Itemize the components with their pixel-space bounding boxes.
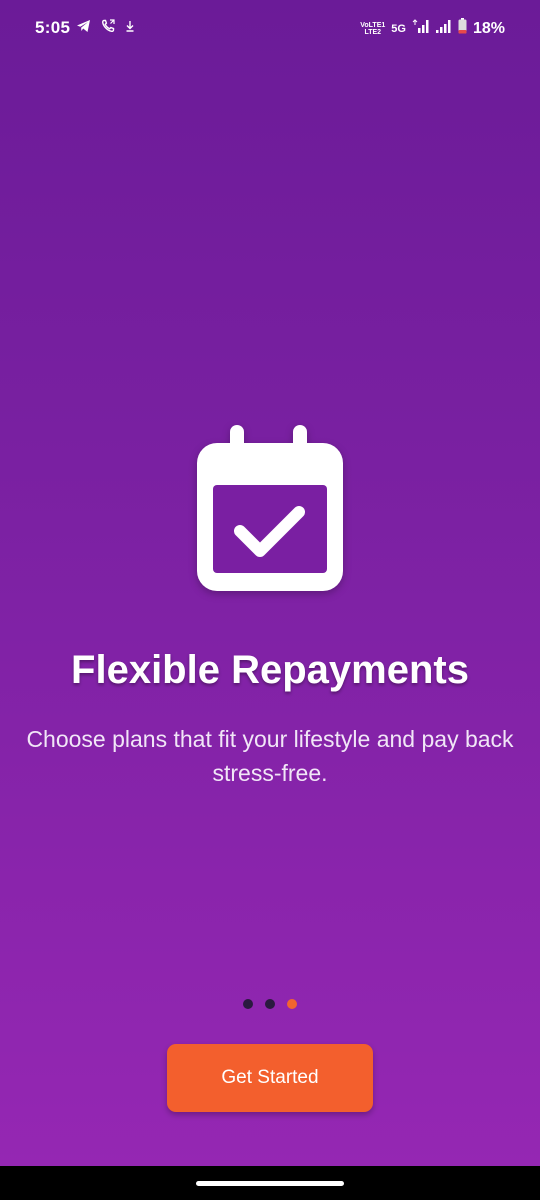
page-dot-3-active[interactable] xyxy=(287,999,297,1009)
download-icon xyxy=(125,20,135,32)
status-system-icons: VoLTE1 LTE2 5G 18% xyxy=(360,18,505,39)
volte-indicator: VoLTE1 LTE2 xyxy=(360,22,385,36)
telegram-icon xyxy=(76,19,91,33)
home-indicator[interactable] xyxy=(196,1181,344,1186)
page-indicator xyxy=(0,999,540,1009)
status-notification-icons xyxy=(76,19,135,33)
get-started-button[interactable]: Get Started xyxy=(167,1044,373,1112)
status-bar: 5:05 VoLTE1 LTE2 5G 18% xyxy=(0,0,540,58)
page-dot-1[interactable] xyxy=(243,999,253,1009)
battery-percentage: 18% xyxy=(472,19,505,37)
call-icon xyxy=(101,19,115,33)
volte-bottom-label: LTE2 xyxy=(364,28,382,36)
battery-icon xyxy=(458,18,467,39)
signal-strength-icon-sim1 xyxy=(412,19,430,38)
page-dot-2[interactable] xyxy=(265,999,275,1009)
onboarding-screen: 5:05 VoLTE1 LTE2 5G 18% Flexible Repayme… xyxy=(0,0,540,1166)
signal-strength-icon-sim2 xyxy=(435,19,452,38)
volte-top-label: VoLTE1 xyxy=(360,21,386,29)
onboarding-title: Flexible Repayments xyxy=(71,648,469,692)
calendar-check-icon xyxy=(195,423,345,593)
network-type: 5G xyxy=(391,22,406,35)
onboarding-subtitle: Choose plans that fit your lifestyle and… xyxy=(26,726,514,786)
navigation-bar xyxy=(0,1166,540,1200)
status-time: 5:05 xyxy=(35,18,71,37)
